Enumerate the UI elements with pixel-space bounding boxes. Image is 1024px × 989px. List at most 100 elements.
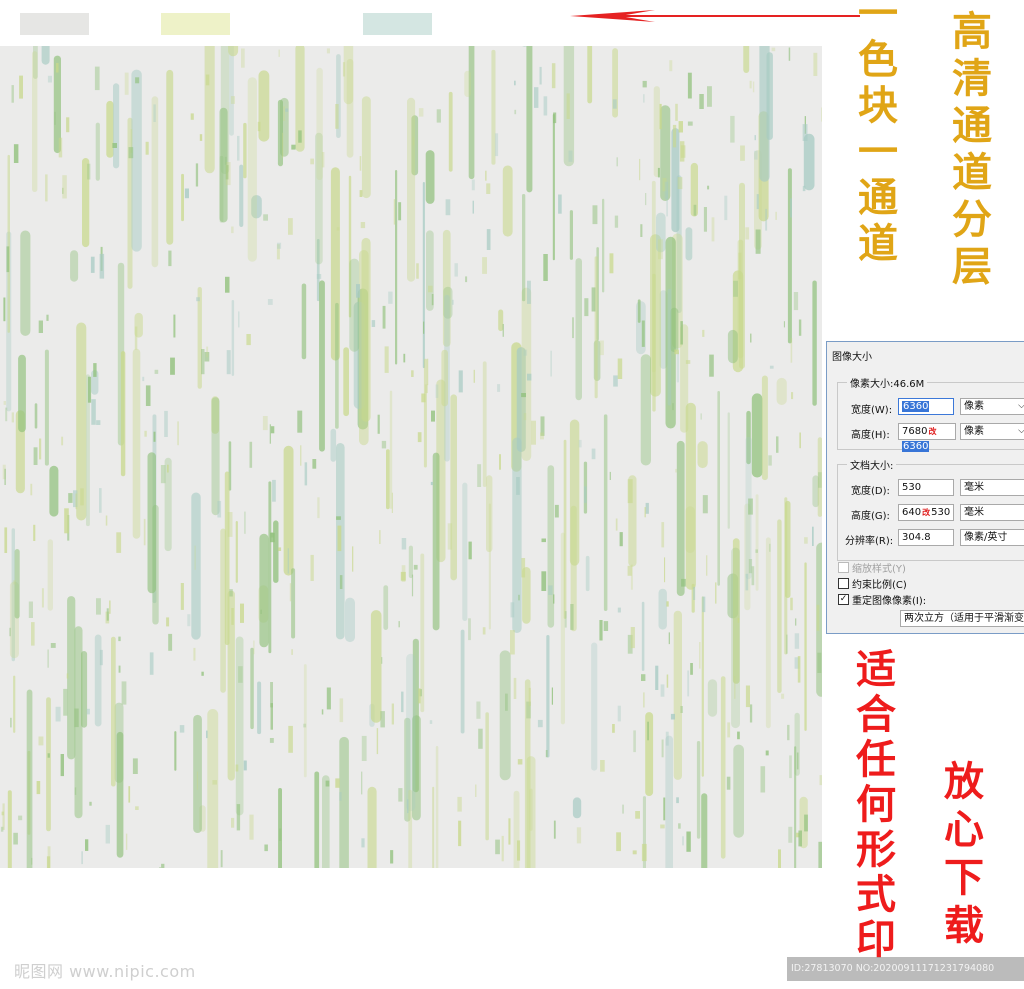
texture-fleck (655, 665, 659, 690)
doc-height-unit-select[interactable]: 毫米 (960, 504, 1024, 521)
texture-fleck (164, 410, 168, 437)
texture-fleck (46, 856, 51, 868)
texture-fleck (619, 532, 623, 547)
texture-stroke (361, 237, 371, 422)
texture-fleck (224, 156, 227, 165)
texture-fleck (149, 652, 154, 675)
texture-fleck (528, 687, 531, 706)
annotation-download-safely: 放 心 下 载 (944, 762, 984, 946)
texture-fleck (166, 617, 170, 627)
texture-stroke (658, 588, 667, 630)
texture-fleck (789, 755, 792, 779)
texture-stroke (701, 596, 704, 777)
annotation-char: 适 (856, 646, 896, 693)
texture-fleck (670, 713, 675, 720)
texture-fleck (428, 285, 433, 293)
texture-stroke (243, 122, 247, 179)
texture-fleck (382, 305, 386, 329)
texture-stroke (339, 736, 349, 868)
texture-fleck (700, 413, 702, 420)
constrain-proportions-checkbox[interactable]: 约束比例(C) (838, 576, 907, 591)
texture-fleck (236, 804, 241, 831)
doc-height-input[interactable]: 640改530 (898, 504, 954, 521)
texture-fleck (771, 47, 776, 52)
texture-fleck (94, 66, 100, 91)
texture-fleck (627, 565, 632, 576)
texture-fleck (727, 722, 731, 738)
texture-stroke (406, 653, 416, 812)
scale-styles-checkbox[interactable]: 缩放样式(Y) (838, 560, 906, 575)
texture-fleck (658, 239, 663, 260)
texture-fleck (225, 276, 230, 293)
texture-fleck (632, 850, 637, 855)
texture-fleck (160, 465, 166, 484)
height-pixels-input[interactable]: 7680改 6360 (898, 423, 956, 452)
texture-fleck (760, 766, 766, 793)
texture-fleck (317, 497, 320, 519)
texture-stroke (220, 528, 226, 693)
texture-stroke (777, 519, 782, 693)
texture-fleck (699, 94, 704, 109)
texture-fleck (617, 705, 621, 722)
texture-fleck (361, 771, 363, 795)
doc-width-unit-select[interactable]: 毫米 (960, 479, 1024, 496)
texture-fleck (377, 414, 380, 434)
height-unit-select[interactable]: 像素 ⌵ (960, 423, 1024, 440)
texture-fleck (793, 292, 799, 311)
document-size-label: 文档大小: (847, 457, 897, 472)
texture-fleck (300, 445, 302, 466)
texture-fleck (54, 111, 56, 125)
texture-fleck (576, 827, 582, 844)
texture-fleck (599, 620, 603, 641)
texture-stroke (49, 465, 59, 517)
texture-fleck (458, 820, 462, 847)
texture-fleck (391, 492, 393, 513)
texture-fleck (66, 673, 69, 679)
texture-fleck (817, 652, 822, 673)
texture-fleck (194, 545, 196, 570)
annotation-char: 道 (858, 220, 898, 267)
texture-stroke (345, 597, 355, 643)
resolution-unit-select[interactable]: 像素/英寸 (960, 529, 1024, 546)
texture-fleck (91, 399, 96, 425)
resample-method-select[interactable]: 两次立方（适用于平滑渐变） (900, 610, 1024, 627)
texture-fleck (795, 618, 797, 626)
doc-width-input[interactable]: 530 (898, 479, 954, 496)
texture-fleck (748, 498, 753, 515)
texture-stroke (464, 70, 471, 97)
texture-stroke (685, 227, 693, 261)
resolution-input[interactable]: 304.8 (898, 529, 954, 546)
doc-width-value: 530 (902, 482, 922, 493)
texture-fleck (541, 571, 547, 591)
texture-stroke (602, 198, 605, 293)
texture-fleck (553, 820, 556, 839)
width-unit-select[interactable]: 像素 ⌵ (960, 398, 1024, 415)
texture-fleck (472, 200, 474, 214)
texture-fleck (316, 274, 322, 279)
texture-fleck (303, 723, 307, 728)
texture-stroke (717, 391, 720, 586)
width-pixels-input[interactable]: 6360 (898, 398, 954, 415)
texture-fleck (457, 796, 462, 812)
texture-fleck (516, 477, 520, 495)
texture-stroke (231, 300, 235, 376)
texture-fleck (143, 518, 146, 546)
resample-image-checkbox[interactable]: ✓ 重定图像像素(I): (838, 592, 926, 607)
pointer-arrow-icon (570, 10, 860, 22)
texture-fleck (2, 803, 5, 830)
texture-fleck (269, 738, 274, 743)
texture-fleck (418, 108, 424, 117)
texture-fleck (675, 468, 677, 473)
texture-fleck (643, 94, 645, 103)
texture-stroke (250, 647, 254, 730)
texture-fleck (376, 728, 379, 755)
texture-fleck (641, 320, 645, 347)
texture-fleck (289, 583, 292, 602)
texture-fleck (62, 175, 67, 199)
texture-fleck (672, 403, 674, 411)
texture-stroke (422, 182, 425, 369)
resample-image-label: 重定图像像素(I): (852, 596, 927, 607)
texture-stroke (787, 168, 792, 344)
texture-fleck (603, 621, 609, 631)
texture-fleck (112, 143, 117, 148)
